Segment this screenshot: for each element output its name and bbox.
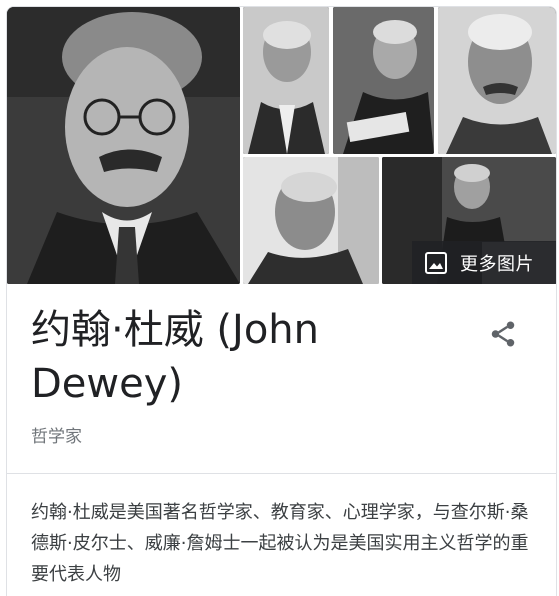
share-icon xyxy=(488,319,518,353)
entity-description: 约翰·杜威是美国著名哲学家、教育家、心理学家，与查尔斯·桑德斯·皮尔士、威廉·詹… xyxy=(31,502,529,585)
thumbnail-image[interactable] xyxy=(438,7,556,154)
entity-subtitle: 哲学家 xyxy=(31,427,82,447)
divider xyxy=(7,473,556,474)
knowledge-panel: 更多图片 约翰·杜威 (John Dewey) 哲学家 约翰·杜威是美国著名哲学… xyxy=(6,6,557,596)
thumbnail-image[interactable] xyxy=(333,7,434,154)
more-images-label: 更多图片 xyxy=(460,253,534,275)
thumbnail-image[interactable] xyxy=(243,7,329,154)
image-icon xyxy=(424,251,448,275)
entity-title: 约翰·杜威 (John Dewey) xyxy=(31,307,320,407)
share-button[interactable] xyxy=(481,314,525,358)
more-images-button[interactable]: 更多图片 xyxy=(412,241,556,284)
main-portrait-image[interactable] xyxy=(7,7,240,284)
thumbnail-image[interactable] xyxy=(243,157,379,284)
